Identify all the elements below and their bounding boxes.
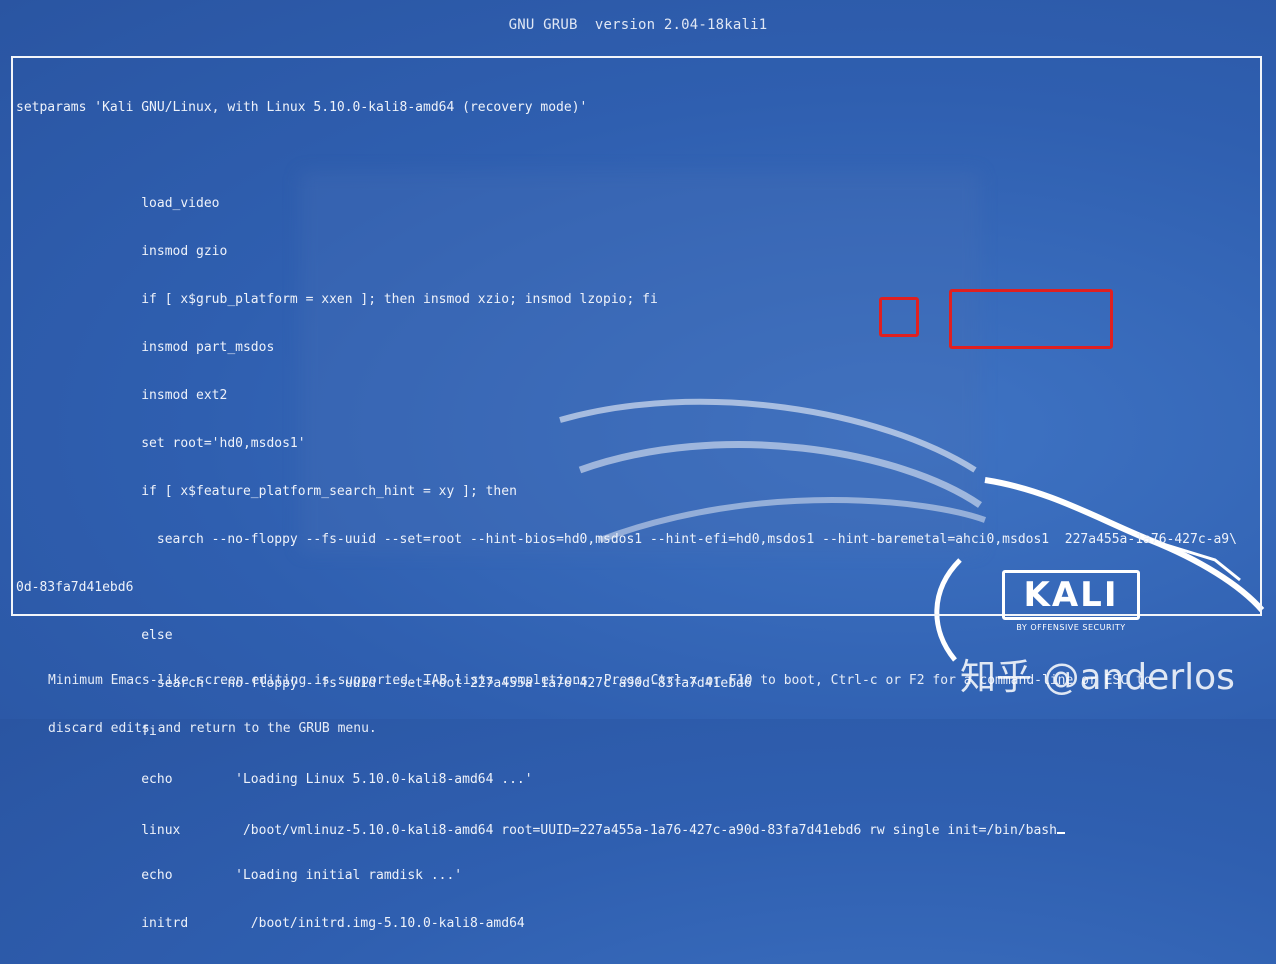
editor-line[interactable] bbox=[16, 148, 1260, 164]
editor-line[interactable]: set root='hd0,msdos1' bbox=[16, 436, 1260, 452]
editor-line[interactable]: initrd /boot/initrd.img-5.10.0-kali8-amd… bbox=[16, 916, 1260, 932]
editor-line[interactable]: insmod gzio bbox=[16, 244, 1260, 260]
editor-line[interactable]: if [ x$feature_platform_search_hint = xy… bbox=[16, 484, 1260, 500]
grub-version-title: GNU GRUB version 2.04-18kali1 bbox=[508, 17, 768, 33]
watermark-text: 知乎 @anderlos bbox=[960, 657, 1235, 698]
help-text-line-2: discard edits and return to the GRUB men… bbox=[48, 721, 377, 736]
boot-entry-editor[interactable]: setparams 'Kali GNU/Linux, with Linux 5.… bbox=[11, 56, 1262, 931]
kali-logo-subtext: BY OFFENSIVE SECURITY bbox=[1016, 623, 1126, 632]
editor-text-area[interactable]: setparams 'Kali GNU/Linux, with Linux 5.… bbox=[16, 68, 1260, 964]
init-bash-highlight-box bbox=[949, 289, 1113, 349]
text-cursor bbox=[1056, 820, 1065, 834]
editor-line-linux[interactable]: linux /boot/vmlinuz-5.10.0-kali8-amd64 r… bbox=[16, 820, 1260, 838]
editor-line[interactable]: echo 'Loading Linux 5.10.0-kali8-amd64 .… bbox=[16, 772, 1260, 788]
editor-line[interactable]: load_video bbox=[16, 196, 1260, 212]
editor-line[interactable]: insmod ext2 bbox=[16, 388, 1260, 404]
editor-line[interactable]: setparams 'Kali GNU/Linux, with Linux 5.… bbox=[16, 100, 1260, 116]
linux-command-text[interactable]: linux /boot/vmlinuz-5.10.0-kali8-amd64 r… bbox=[16, 823, 1057, 838]
editor-line[interactable]: search --no-floppy --fs-uuid --set=root … bbox=[16, 532, 1260, 548]
kali-logo: KALI bbox=[1002, 570, 1140, 620]
editor-line[interactable]: echo 'Loading initial ramdisk ...' bbox=[16, 868, 1260, 884]
rw-highlight-box bbox=[879, 297, 919, 337]
